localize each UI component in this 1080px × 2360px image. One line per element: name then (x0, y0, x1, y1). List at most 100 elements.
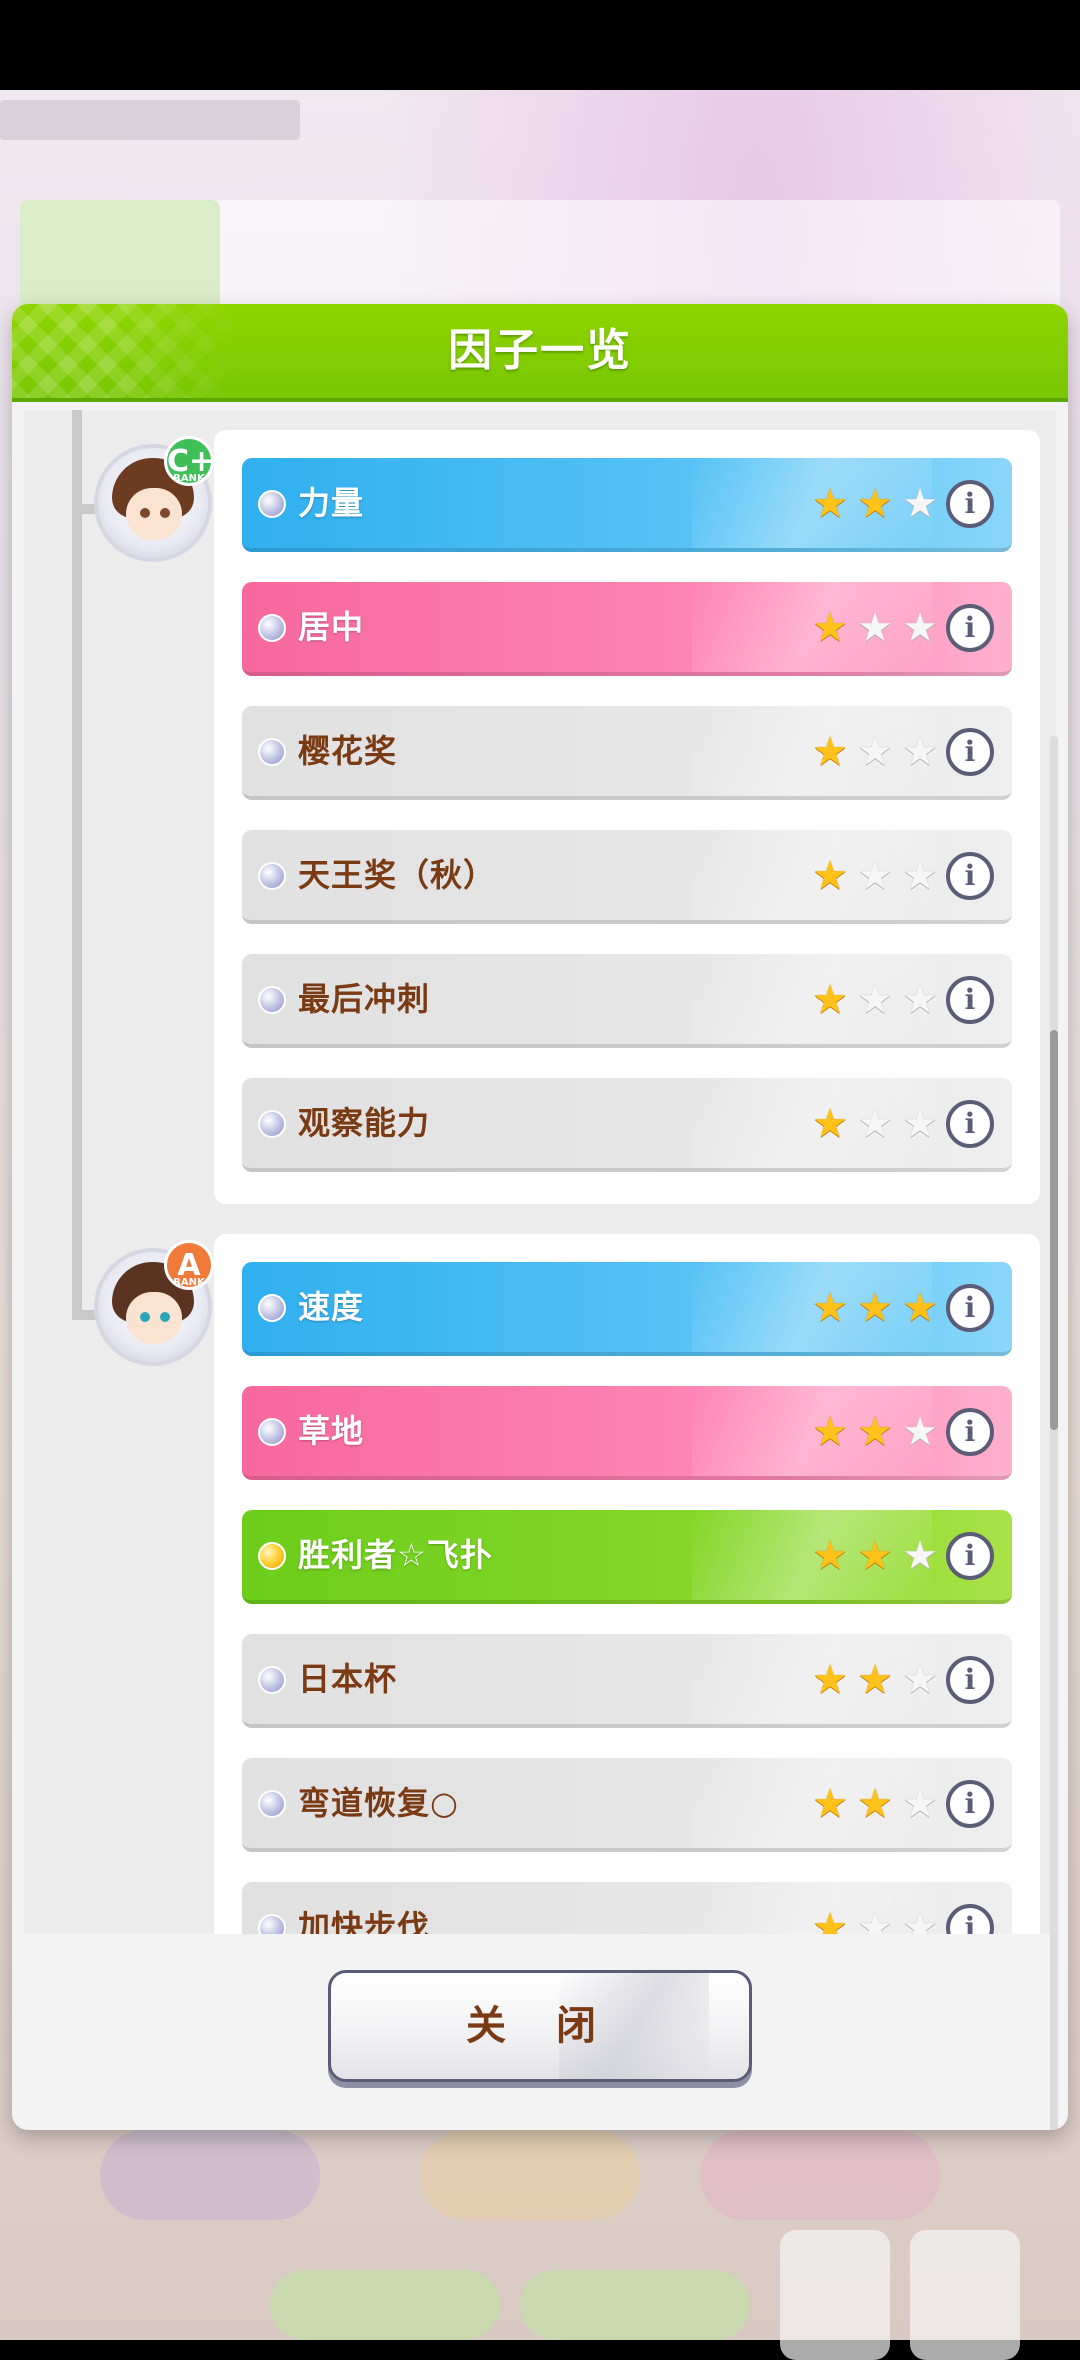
star-filled-icon: ★ (812, 1905, 848, 1934)
bg-blur (700, 2130, 940, 2220)
factor-orb-icon (258, 1110, 286, 1138)
star-filled-icon: ★ (812, 1101, 848, 1147)
star-empty-icon: ★ (857, 977, 893, 1023)
star-empty-icon: ★ (902, 977, 938, 1023)
bg-blur (420, 2130, 640, 2220)
star-filled-icon: ★ (857, 1781, 893, 1827)
factor-name: 居中 (298, 608, 365, 646)
info-icon[interactable]: i (946, 604, 994, 652)
factor-orb-icon (258, 862, 286, 890)
info-icon[interactable]: i (946, 1284, 994, 1332)
star-filled-icon: ★ (812, 977, 848, 1023)
factor-orb-icon (258, 1418, 286, 1446)
scrollbar-thumb[interactable] (1050, 1030, 1058, 1430)
status-bar (0, 0, 1080, 90)
bg-blur (270, 2270, 500, 2340)
star-empty-icon: ★ (902, 1533, 938, 1579)
star-filled-icon: ★ (812, 481, 848, 527)
factor-orb-icon (258, 1914, 286, 1934)
factor-orb-icon (258, 986, 286, 1014)
factor-row[interactable]: 樱花奖 ★ ★ ★ i (242, 706, 1012, 800)
factor-row[interactable]: 加快步伐 ★ ★ ★ i (242, 1882, 1012, 1934)
star-filled-icon: ★ (812, 1285, 848, 1331)
rank-badge: C+ RANK (164, 436, 214, 486)
info-icon[interactable]: i (946, 1532, 994, 1580)
star-filled-icon: ★ (812, 1781, 848, 1827)
factor-name: 日本杯 (298, 1660, 398, 1698)
star-empty-icon: ★ (902, 729, 938, 775)
info-icon[interactable]: i (946, 480, 994, 528)
factor-card-1: 力量 ★ ★ ★ i 居中 ★ ★ ★ i 樱花奖 ★ ★ ★ i 天王奖（秋） ★ ★ ★ i 最后冲刺 ★ ★ ★ i 观察能… (214, 430, 1040, 1204)
factor-row[interactable]: 胜利者☆飞扑 ★ ★ ★ i (242, 1510, 1012, 1604)
star-empty-icon: ★ (902, 1657, 938, 1703)
avatar-eye (160, 508, 170, 518)
star-empty-icon: ★ (902, 605, 938, 651)
bg-blur (520, 2270, 750, 2340)
star-empty-icon: ★ (902, 481, 938, 527)
info-icon[interactable]: i (946, 1904, 994, 1934)
factor-row[interactable]: 速度 ★ ★ ★ i (242, 1262, 1012, 1356)
scrollbar-track[interactable] (1050, 736, 1058, 2130)
star-empty-icon: ★ (857, 853, 893, 899)
star-filled-icon: ★ (857, 1409, 893, 1455)
close-button-label: 关 闭 (466, 2003, 614, 2049)
info-icon[interactable]: i (946, 1100, 994, 1148)
star-filled-icon: ★ (812, 729, 848, 775)
star-empty-icon: ★ (857, 605, 893, 651)
info-icon[interactable]: i (946, 1656, 994, 1704)
factor-name: 加快步伐 (298, 1908, 431, 1934)
factor-name: 胜利者☆飞扑 (298, 1536, 493, 1574)
avatar-eye (140, 508, 150, 518)
bg-blur (100, 2130, 320, 2220)
star-filled-icon: ★ (902, 1285, 938, 1331)
factor-row[interactable]: 草地 ★ ★ ★ i (242, 1386, 1012, 1480)
factor-name: 速度 (298, 1288, 365, 1326)
star-filled-icon: ★ (812, 1657, 848, 1703)
factor-row[interactable]: 力量 ★ ★ ★ i (242, 458, 1012, 552)
avatar-eye (140, 1312, 150, 1322)
star-empty-icon: ★ (902, 853, 938, 899)
factor-orb-icon (258, 738, 286, 766)
star-empty-icon: ★ (857, 729, 893, 775)
factor-orb-icon (258, 1294, 286, 1322)
factor-name: 樱花奖 (298, 732, 398, 770)
star-empty-icon: ★ (902, 1101, 938, 1147)
star-empty-icon: ★ (857, 1905, 893, 1934)
factor-row[interactable]: 居中 ★ ★ ★ i (242, 582, 1012, 676)
dialog-header: 因子一览 (12, 304, 1068, 402)
bg-blur (780, 2230, 890, 2360)
factor-row[interactable]: 最后冲刺 ★ ★ ★ i (242, 954, 1012, 1048)
info-icon[interactable]: i (946, 1780, 994, 1828)
star-filled-icon: ★ (857, 1657, 893, 1703)
factor-scroll-area[interactable]: C+ RANK A RANK 力量 ★ ★ ★ i 居中 ★ ★ ★ i 樱花奖 ★ ★ ★ i 天王奖（秋）… (24, 410, 1056, 1934)
info-icon[interactable]: i (946, 1408, 994, 1456)
factor-row[interactable]: 天王奖（秋） ★ ★ ★ i (242, 830, 1012, 924)
dialog-title: 因子一览 (448, 325, 632, 376)
rank-caption: RANK (173, 1277, 205, 1288)
close-button[interactable]: 关 闭 (328, 1970, 752, 2082)
factor-name: 弯道恢复○ (298, 1784, 459, 1822)
factor-name: 天王奖（秋） (298, 856, 497, 894)
info-icon[interactable]: i (946, 728, 994, 776)
factor-orb-icon (258, 1666, 286, 1694)
star-empty-icon: ★ (902, 1409, 938, 1455)
star-filled-icon: ★ (857, 481, 893, 527)
star-filled-icon: ★ (812, 1533, 848, 1579)
factor-list-dialog: 因子一览 C+ RANK A RANK 力量 ★ ★ ★ i 居中 ★ ★ ★ i 樱花奖 ★ ★ ★ i 天… (12, 304, 1068, 2130)
info-icon[interactable]: i (946, 976, 994, 1024)
tree-connector (72, 410, 82, 1310)
factor-name: 草地 (298, 1412, 365, 1450)
factor-card-2: 速度 ★ ★ ★ i 草地 ★ ★ ★ i 胜利者☆飞扑 ★ ★ ★ i 日本杯 ★ ★ ★ i 弯道恢复○ ★ ★ ★ i 加快… (214, 1234, 1040, 1934)
factor-row[interactable]: 观察能力 ★ ★ ★ i (242, 1078, 1012, 1172)
factor-row[interactable]: 日本杯 ★ ★ ★ i (242, 1634, 1012, 1728)
factor-orb-icon (258, 1542, 286, 1570)
star-empty-icon: ★ (857, 1101, 893, 1147)
star-filled-icon: ★ (812, 605, 848, 651)
bg-blur (0, 100, 300, 140)
info-icon[interactable]: i (946, 852, 994, 900)
factor-name: 观察能力 (298, 1104, 431, 1142)
factor-row[interactable]: 弯道恢复○ ★ ★ ★ i (242, 1758, 1012, 1852)
avatar-face (126, 1292, 182, 1344)
factor-name: 力量 (298, 484, 365, 522)
star-filled-icon: ★ (812, 853, 848, 899)
